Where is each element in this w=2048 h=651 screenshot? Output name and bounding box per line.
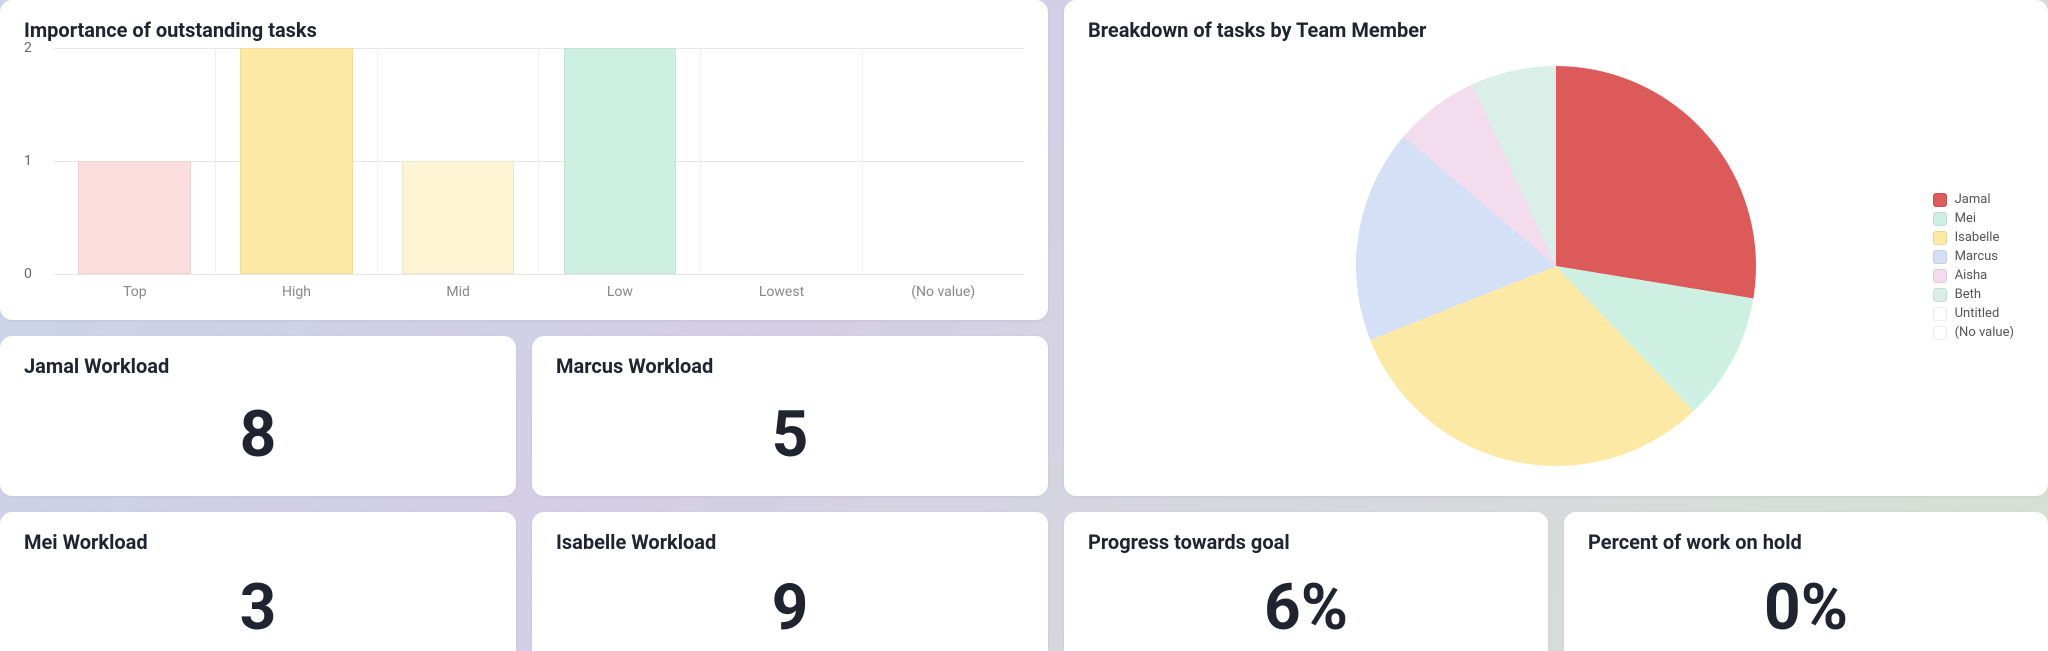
bar-column	[378, 48, 540, 274]
legend-swatch	[1933, 288, 1947, 302]
bar-ytick-label: 0	[24, 266, 32, 282]
legend-label: Mei	[1955, 211, 1976, 226]
legend-swatch	[1933, 326, 1947, 340]
bar-column	[701, 48, 863, 274]
card-title: Marcus Workload	[556, 354, 1024, 378]
card-isabelle-workload: Isabelle Workload 9	[532, 512, 1048, 651]
bar-column	[54, 48, 216, 274]
bar-ytick-label: 1	[24, 153, 32, 169]
legend-swatch	[1933, 269, 1947, 283]
card-title: Importance of outstanding tasks	[24, 18, 1024, 42]
bar-column	[539, 48, 701, 274]
pie-chart	[1356, 66, 1756, 466]
stat-value: 9	[556, 560, 1024, 651]
legend-swatch	[1933, 193, 1947, 207]
legend-item[interactable]: Isabelle	[1933, 230, 2014, 245]
card-title: Mei Workload	[24, 530, 492, 554]
stat-value: 8	[24, 384, 492, 484]
bar-xlabel: Top	[54, 284, 216, 300]
legend-label: Marcus	[1955, 249, 1998, 264]
legend-item[interactable]: Aisha	[1933, 268, 2014, 283]
bar-rect	[78, 161, 191, 274]
card-mei-workload: Mei Workload 3	[0, 512, 516, 651]
bar-xlabel: Mid	[377, 284, 539, 300]
bar-rect	[402, 161, 515, 274]
card-title: Progress towards goal	[1088, 530, 1524, 554]
legend-label: (No value)	[1955, 325, 2014, 340]
stat-value: 3	[24, 560, 492, 651]
legend-item[interactable]: Mei	[1933, 211, 2014, 226]
pie-chart-body: Jamal Mei Isabelle Marcus Aisha Beth Untitled (…	[1088, 48, 2024, 484]
legend-label: Jamal	[1955, 192, 1991, 207]
row3-right-wrap: Progress towards goal 6% Percent of work…	[1064, 512, 2048, 651]
bar-gridline	[54, 274, 1024, 275]
legend-item[interactable]: (No value)	[1933, 325, 2014, 340]
legend-label: Aisha	[1955, 268, 1988, 283]
legend-swatch	[1933, 212, 1947, 226]
stat-value: 0%	[1588, 560, 2024, 651]
card-jamal-workload: Jamal Workload 8	[0, 336, 516, 496]
stat-value: 6%	[1088, 560, 1524, 651]
card-title: Jamal Workload	[24, 354, 492, 378]
legend-swatch	[1933, 250, 1947, 264]
bar-rect	[240, 48, 353, 274]
card-importance-bar: Importance of outstanding tasks 0 1 2 TopH…	[0, 0, 1048, 320]
legend-item[interactable]: Marcus	[1933, 249, 2014, 264]
stat-value: 5	[556, 384, 1024, 484]
bar-column	[863, 48, 1024, 274]
bar-xlabel: High	[216, 284, 378, 300]
bar-xlabel: (No value)	[862, 284, 1024, 300]
card-breakdown-pie: Breakdown of tasks by Team Member Jamal M…	[1064, 0, 2048, 496]
bar-column	[216, 48, 378, 274]
legend-label: Untitled	[1955, 306, 2000, 321]
card-marcus-workload: Marcus Workload 5	[532, 336, 1048, 496]
pie-legend: Jamal Mei Isabelle Marcus Aisha Beth Untitled (…	[1933, 192, 2014, 340]
bar-chart: 012 TopHighMidLowLowest(No value)	[24, 48, 1024, 308]
bar-rect	[564, 48, 677, 274]
bar-ytick-label: 2	[24, 40, 32, 56]
bar-xlabel: Lowest	[701, 284, 863, 300]
legend-item[interactable]: Beth	[1933, 287, 2014, 302]
dashboard-grid: Importance of outstanding tasks 0 1 2 TopH…	[0, 0, 2048, 651]
card-title: Breakdown of tasks by Team Member	[1088, 18, 2024, 42]
legend-item[interactable]: Untitled	[1933, 306, 2014, 321]
card-title: Percent of work on hold	[1588, 530, 2024, 554]
card-progress-goal: Progress towards goal 6%	[1064, 512, 1548, 651]
card-title: Isabelle Workload	[556, 530, 1024, 554]
legend-label: Beth	[1955, 287, 1981, 302]
card-percent-on-hold: Percent of work on hold 0%	[1564, 512, 2048, 651]
legend-swatch	[1933, 307, 1947, 321]
legend-label: Isabelle	[1955, 230, 2000, 245]
bar-xlabel: Low	[539, 284, 701, 300]
legend-swatch	[1933, 231, 1947, 245]
legend-item[interactable]: Jamal	[1933, 192, 2014, 207]
